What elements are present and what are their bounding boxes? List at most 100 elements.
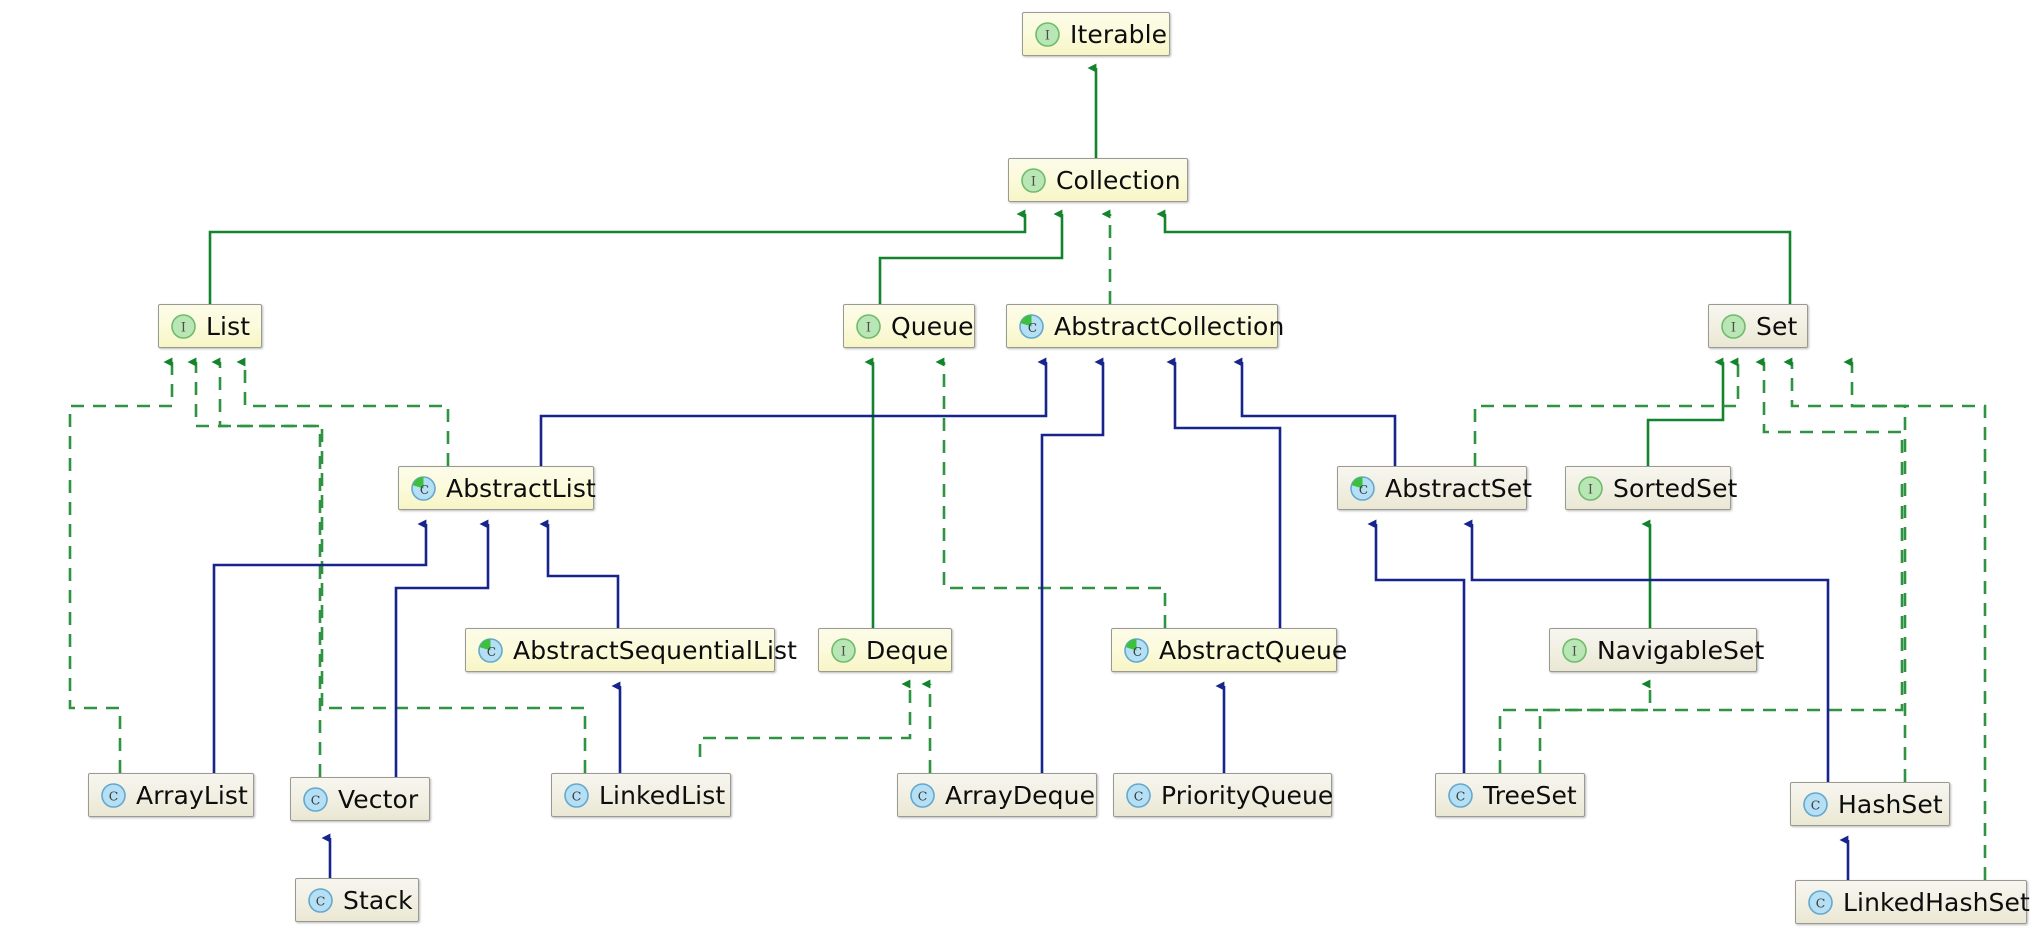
class-node-label: AbstractSequentialList	[513, 635, 798, 665]
class-node-abstractqueue[interactable]: C AbstractQueue	[1111, 628, 1347, 672]
svg-text:C: C	[1028, 320, 1037, 334]
class-icon: C	[1802, 791, 1829, 818]
interface-icon: I	[1577, 475, 1604, 502]
class-node-label: LinkedList	[599, 780, 726, 810]
svg-text:I: I	[1031, 174, 1036, 189]
class-node-label: Collection	[1056, 165, 1181, 195]
edge-linkedlist-list	[211, 357, 587, 773]
edge-treeset-set	[1538, 357, 1904, 773]
class-node-arraydeque[interactable]: C ArrayDeque	[897, 773, 1097, 817]
class-node-list[interactable]: I List	[158, 304, 262, 348]
edge-abstractlist-list	[236, 357, 450, 466]
class-node-label: Vector	[338, 784, 419, 814]
class-node-label: List	[206, 311, 251, 341]
edge-arraylist-list	[68, 357, 174, 773]
edge-abstractset-set	[1473, 357, 1740, 466]
edge-treeset-abstractset	[1367, 519, 1466, 773]
class-icon: C	[302, 786, 329, 813]
svg-text:I: I	[866, 320, 871, 335]
class-node-sortedset[interactable]: I SortedSet	[1565, 466, 1737, 510]
interface-icon: I	[170, 313, 197, 340]
class-node-linkedhashset[interactable]: C LinkedHashSet	[1795, 880, 2030, 924]
svg-text:C: C	[572, 788, 582, 803]
class-node-abstractlist[interactable]: C AbstractList	[398, 466, 596, 510]
class-node-label: Queue	[891, 311, 974, 341]
edge-linkedlist-deque	[698, 679, 912, 757]
edge-treeset-navigableset	[1498, 679, 1652, 773]
svg-text:C: C	[109, 788, 119, 803]
edge-queue-collection	[878, 209, 1064, 304]
svg-text:C: C	[420, 482, 429, 496]
class-node-abstractset[interactable]: C AbstractSet	[1337, 466, 1532, 510]
class-node-collection[interactable]: I Collection	[1008, 158, 1188, 202]
interface-icon: I	[830, 637, 857, 664]
svg-text:I: I	[1588, 482, 1593, 497]
class-node-label: AbstractSet	[1385, 473, 1533, 503]
class-node-deque[interactable]: I Deque	[818, 628, 952, 672]
svg-text:C: C	[918, 788, 928, 803]
class-node-label: AbstractList	[446, 473, 596, 503]
class-icon: C	[1447, 782, 1474, 809]
class-node-label: PriorityQueue	[1161, 780, 1334, 810]
svg-text:I: I	[181, 320, 186, 335]
abstract-class-icon: C	[1349, 475, 1376, 502]
svg-text:I: I	[1572, 644, 1577, 659]
class-node-label: Deque	[866, 635, 949, 665]
svg-text:I: I	[1045, 28, 1050, 43]
abstract-class-icon: C	[410, 475, 437, 502]
edge-abstractlist-abstractcollection	[539, 357, 1048, 466]
class-node-label: ArrayDeque	[945, 780, 1096, 810]
class-node-label: Stack	[343, 885, 413, 915]
class-node-vector[interactable]: C Vector	[290, 777, 430, 821]
class-node-iterable[interactable]: I Iterable	[1022, 12, 1170, 56]
class-node-stack[interactable]: C Stack	[295, 878, 419, 922]
interface-icon: I	[1720, 313, 1747, 340]
class-node-label: ArrayList	[136, 780, 248, 810]
interface-icon: I	[855, 313, 882, 340]
class-node-abstractcollection[interactable]: C AbstractCollection	[1006, 304, 1284, 348]
class-node-linkedlist[interactable]: C LinkedList	[551, 773, 731, 817]
edge-arraylist-abstractlist	[212, 519, 428, 773]
abstract-class-icon: C	[477, 637, 504, 664]
class-node-arraylist[interactable]: C ArrayList	[88, 773, 254, 817]
edge-sortedset-set	[1646, 357, 1725, 466]
class-node-priorityqueue[interactable]: C PriorityQueue	[1113, 773, 1334, 817]
edge-abstractqueue-queue	[935, 357, 1167, 628]
edge-abstractqueue-abstractcollection	[1166, 357, 1282, 628]
class-node-label: LinkedHashSet	[1843, 887, 2030, 917]
class-icon: C	[307, 887, 334, 914]
svg-text:C: C	[1359, 482, 1368, 496]
svg-text:C: C	[1133, 644, 1142, 658]
class-icon: C	[909, 782, 936, 809]
svg-text:C: C	[1456, 788, 1466, 803]
class-node-label: SortedSet	[1613, 473, 1738, 503]
class-node-treeset[interactable]: C TreeSet	[1435, 773, 1585, 817]
interface-icon: I	[1020, 167, 1047, 194]
svg-text:C: C	[1134, 788, 1144, 803]
class-node-navigableset[interactable]: I NavigableSet	[1549, 628, 1764, 672]
class-node-label: AbstractCollection	[1054, 311, 1285, 341]
class-node-queue[interactable]: I Queue	[843, 304, 975, 348]
edge-set-collection	[1156, 209, 1792, 304]
edge-hashset-set	[1843, 357, 1907, 782]
svg-text:C: C	[316, 893, 326, 908]
class-icon: C	[563, 782, 590, 809]
class-node-label: TreeSet	[1483, 780, 1577, 810]
edge-arraydeque-abstractcollection	[1040, 357, 1105, 773]
uml-class-diagram: I Iterable I Collection I List I Queue C Abstract…	[0, 0, 2042, 938]
class-node-hashset[interactable]: C HashSet	[1790, 782, 1950, 826]
abstract-class-icon: C	[1123, 637, 1150, 664]
edges-realization-green	[208, 63, 1792, 628]
interface-icon: I	[1034, 21, 1061, 48]
class-icon: C	[1125, 782, 1152, 809]
class-icon: C	[100, 782, 127, 809]
class-icon: C	[1807, 889, 1834, 916]
svg-text:I: I	[1731, 320, 1736, 335]
interface-icon: I	[1561, 637, 1588, 664]
svg-text:C: C	[1816, 895, 1826, 910]
class-node-set[interactable]: I Set	[1708, 304, 1808, 348]
edge-abstractset-abstractcollection	[1233, 357, 1397, 466]
class-node-label: Set	[1756, 311, 1798, 341]
class-node-label: Iterable	[1070, 19, 1168, 49]
class-node-abstractsequentiallist[interactable]: C AbstractSequentialList	[465, 628, 797, 672]
